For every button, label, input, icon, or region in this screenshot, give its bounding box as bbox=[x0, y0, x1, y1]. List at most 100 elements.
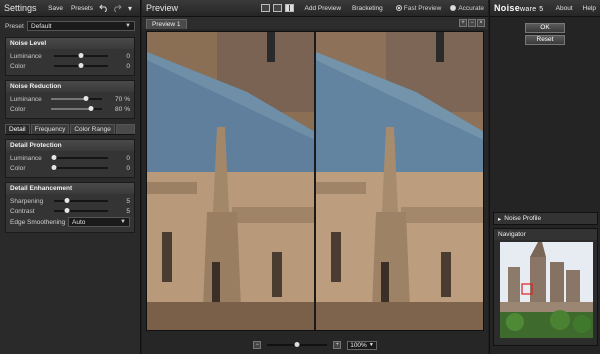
slider-value[interactable]: 0 bbox=[112, 63, 130, 70]
add-preview-button[interactable]: Add Preview bbox=[301, 5, 346, 12]
right-panel: Noiseware 5 About Help OK Reset ▸ Noise … bbox=[489, 0, 600, 354]
slider-fill bbox=[50, 108, 92, 110]
tab-detail[interactable]: Detail bbox=[5, 124, 30, 134]
noise-level-title: Noise Level bbox=[6, 38, 134, 49]
preview-tabbar: Preview 1 + − × bbox=[142, 17, 488, 29]
chevron-down-icon[interactable]: ▾ bbox=[124, 2, 136, 14]
slider-knob[interactable] bbox=[83, 96, 89, 101]
cathedral-image-before bbox=[147, 32, 314, 330]
slider-knob[interactable] bbox=[88, 106, 94, 111]
fast-preview-label: Fast Preview bbox=[403, 4, 442, 12]
dual-view-icon[interactable] bbox=[272, 4, 282, 12]
unit-label: % bbox=[124, 95, 130, 103]
reset-button[interactable]: Reset bbox=[525, 35, 565, 45]
tab-remove-icon[interactable]: − bbox=[468, 19, 476, 27]
noise-level-luminance-slider[interactable] bbox=[53, 53, 109, 58]
slider-value[interactable]: 5 bbox=[112, 208, 130, 215]
tab-color-range[interactable]: Color Range bbox=[70, 124, 115, 134]
noise-profile-section[interactable]: ▸ Noise Profile bbox=[493, 212, 598, 225]
chevron-down-icon: ▼ bbox=[368, 342, 374, 348]
radio-dot bbox=[395, 5, 402, 11]
zoom-slider[interactable] bbox=[267, 342, 328, 347]
slider-value[interactable]: 5 bbox=[112, 198, 130, 205]
undo-icon[interactable] bbox=[98, 2, 110, 14]
tab-add-icon[interactable]: + bbox=[459, 19, 467, 27]
detail-protection-luminance-slider[interactable] bbox=[51, 155, 109, 160]
slider-knob[interactable] bbox=[51, 155, 57, 160]
noise-reduction-color-slider[interactable] bbox=[50, 106, 102, 111]
preset-value: Default bbox=[31, 22, 52, 30]
slider-value[interactable]: 0 bbox=[112, 155, 130, 162]
zoom-select[interactable]: 100% ▼ bbox=[347, 340, 377, 350]
zoom-knob[interactable] bbox=[294, 342, 300, 347]
save-button[interactable]: Save bbox=[44, 5, 67, 12]
contrast-slider[interactable] bbox=[53, 208, 109, 213]
slider-knob[interactable] bbox=[64, 198, 70, 203]
slider-label: Color bbox=[10, 105, 26, 113]
slider-knob[interactable] bbox=[51, 165, 57, 170]
zoom-bar: − + 100% ▼ bbox=[142, 336, 488, 354]
slider-fill bbox=[50, 98, 87, 100]
preview-panel: Preview Add Preview Bracketing Fast Prev… bbox=[142, 0, 488, 354]
edge-smoothening-label: Edge Smoothening bbox=[10, 218, 66, 226]
preview-title: Preview bbox=[146, 3, 179, 13]
slider-value[interactable]: 70 bbox=[106, 96, 122, 103]
tab-filler bbox=[115, 124, 135, 134]
noise-reduction-luminance-slider[interactable] bbox=[50, 96, 102, 101]
about-button[interactable]: About bbox=[552, 5, 577, 12]
detail-protection-color-row: Color 0 bbox=[10, 163, 130, 173]
chevron-down-icon: ▼ bbox=[120, 219, 126, 225]
edge-smoothening-select[interactable]: Auto ▼ bbox=[68, 217, 130, 227]
single-view-icon[interactable] bbox=[260, 4, 270, 12]
tab-preview-1[interactable]: Preview 1 bbox=[146, 19, 187, 29]
accurate-radio[interactable]: Accurate bbox=[450, 5, 484, 12]
redo-icon[interactable] bbox=[111, 2, 123, 14]
settings-header: Settings Save Presets ▾ bbox=[0, 0, 140, 17]
zoom-in-icon[interactable]: + bbox=[333, 341, 342, 349]
help-button[interactable]: Help bbox=[579, 5, 596, 12]
noise-reduction-title: Noise Reduction bbox=[6, 81, 134, 92]
preset-row: Preset Default ▼ bbox=[0, 17, 140, 33]
noise-reduction-color-row: Color 80 % bbox=[10, 104, 130, 114]
chevron-down-icon: ▼ bbox=[125, 23, 131, 29]
noise-level-color-slider[interactable] bbox=[53, 63, 109, 68]
zoom-out-icon[interactable]: − bbox=[253, 341, 262, 349]
noise-level-group: Noise Level Luminance 0 Color 0 bbox=[5, 37, 135, 76]
brand-main: Noise bbox=[494, 3, 521, 13]
slider-knob[interactable] bbox=[78, 53, 84, 58]
slider-value[interactable]: 80 bbox=[106, 106, 122, 113]
preview-after-pane[interactable] bbox=[315, 32, 483, 330]
detail-protection-luminance-row: Luminance 0 bbox=[10, 153, 130, 163]
split-view-icon[interactable] bbox=[284, 4, 294, 12]
bracketing-button[interactable]: Bracketing bbox=[348, 5, 387, 12]
settings-title: Settings bbox=[4, 3, 37, 13]
settings-tabs: Detail Frequency Color Range bbox=[5, 124, 135, 135]
sharpening-slider[interactable] bbox=[53, 198, 109, 203]
presets-button[interactable]: Presets bbox=[67, 5, 97, 12]
slider-knob[interactable] bbox=[78, 63, 84, 68]
chevron-right-icon: ▸ bbox=[498, 215, 502, 223]
preview-header: Preview Add Preview Bracketing Fast Prev… bbox=[142, 0, 488, 17]
slider-label: Contrast bbox=[10, 207, 35, 215]
noise-reduction-group: Noise Reduction Luminance 70 % Color 80 … bbox=[5, 80, 135, 119]
preview-image-area[interactable] bbox=[146, 31, 484, 331]
slider-value[interactable]: 0 bbox=[112, 165, 130, 172]
edge-smoothening-value: Auto bbox=[72, 218, 86, 226]
slider-label: Color bbox=[10, 164, 26, 172]
detail-protection-color-slider[interactable] bbox=[51, 165, 109, 170]
settings-panel: Settings Save Presets ▾ Preset Default ▼… bbox=[0, 0, 141, 354]
slider-value[interactable]: 0 bbox=[112, 53, 130, 60]
preview-before-pane[interactable] bbox=[147, 32, 314, 330]
preset-select[interactable]: Default ▼ bbox=[27, 21, 135, 31]
brand-sub: ware bbox=[520, 6, 537, 13]
close-icon[interactable]: × bbox=[477, 19, 485, 27]
navigator-section: Navigator bbox=[493, 228, 598, 346]
navigator-thumbnail[interactable] bbox=[500, 242, 593, 338]
fast-preview-radio[interactable]: Fast Preview bbox=[395, 4, 442, 12]
detail-protection-title: Detail Protection bbox=[6, 140, 134, 151]
noise-profile-header[interactable]: ▸ Noise Profile bbox=[494, 213, 597, 224]
noise-level-luminance-row: Luminance 0 bbox=[10, 51, 130, 61]
ok-button[interactable]: OK bbox=[525, 23, 565, 33]
tab-frequency[interactable]: Frequency bbox=[30, 124, 70, 134]
slider-knob[interactable] bbox=[64, 208, 70, 213]
